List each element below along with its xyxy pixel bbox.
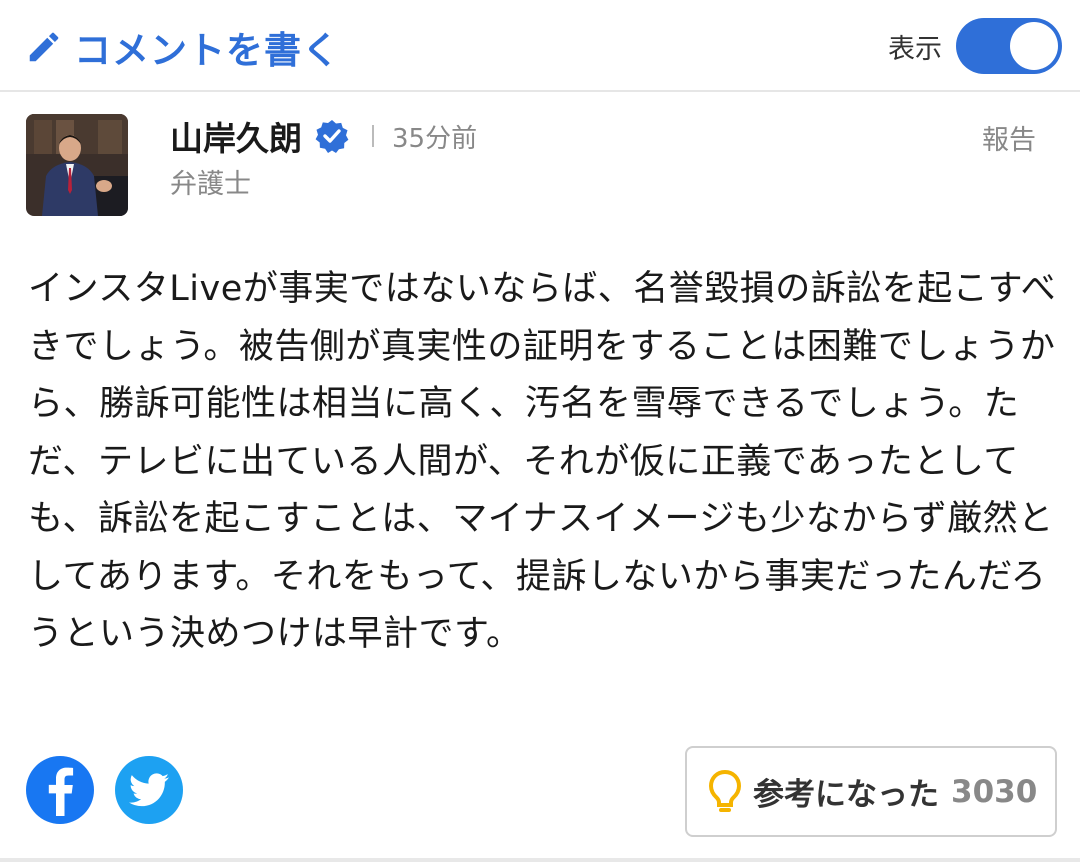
share-buttons (26, 756, 204, 824)
twitter-icon[interactable] (115, 756, 183, 824)
divider (0, 858, 1080, 862)
author-name[interactable]: 山岸久朗 (170, 112, 302, 160)
report-link[interactable]: 報告 (982, 118, 1036, 157)
helpful-button[interactable]: 参考になった 3030 (685, 746, 1057, 837)
display-toggle-label: 表示 (888, 33, 942, 65)
comment-header: コメントを書く 表示 (0, 0, 1080, 92)
divider (372, 125, 374, 147)
verified-badge-icon (314, 118, 350, 154)
author-block: 山岸久朗 35分前 弁護士 (170, 114, 477, 201)
switch-knob (1010, 22, 1058, 70)
display-toggle: 表示 (888, 18, 1062, 74)
helpful-label: 参考になった (753, 777, 939, 813)
display-switch[interactable] (956, 18, 1062, 74)
post-time: 35分前 (392, 123, 478, 154)
author-title: 弁護士 (170, 169, 251, 200)
avatar[interactable] (26, 114, 128, 216)
comment-card: 山岸久朗 35分前 弁護士 報告 インスタLiveが事実ではないならば、名誉毀損… (0, 94, 1080, 860)
lightbulb-icon (707, 769, 743, 815)
write-comment-label: コメントを書く (74, 29, 340, 72)
pencil-icon (24, 25, 64, 69)
write-comment-link[interactable]: コメントを書く (24, 20, 340, 74)
helpful-count: 3030 (951, 773, 1038, 810)
comment-body: インスタLiveが事実ではないならば、名誉毀損の訴訟を起こすべきでしょう。被告側… (28, 269, 1057, 654)
facebook-icon[interactable] (26, 756, 94, 824)
